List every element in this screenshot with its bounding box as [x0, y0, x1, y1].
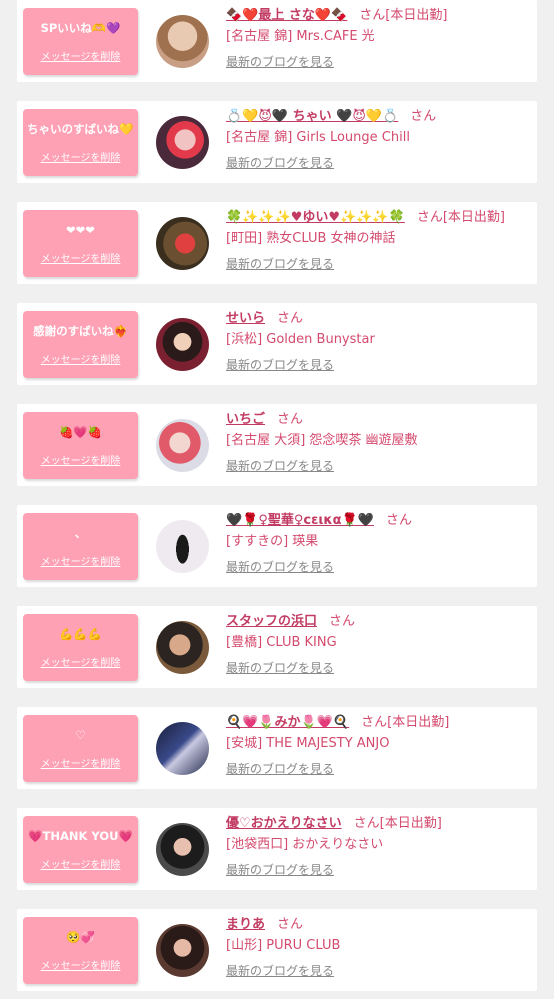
message-text: 感謝のすばいね❤️‍🔥	[33, 324, 128, 338]
avatar[interactable]	[156, 621, 209, 674]
message-card: ♡ メッセージを削除 🍳💗🌷みか🌷💗🍳 さん[本日出勤] [安城] THE MAJ…	[17, 707, 537, 789]
message-card: 🥺💞 メッセージを削除 まりあ さん [山形] PURU CLUB 最新のブログを…	[17, 909, 537, 991]
profile-name-link[interactable]: スタッフの浜口	[226, 614, 317, 629]
profile-name-link[interactable]: 🍫❤️最上 さな❤️🍫	[226, 8, 347, 23]
shop-name: [名古屋 大須] 怨念喫茶 幽遊屋敷	[226, 433, 418, 448]
message-text: ちゃいのすばいね💛😈🖤	[27, 122, 134, 136]
delete-message-link[interactable]: メッセージを削除	[23, 250, 138, 265]
latest-blog-link[interactable]: 最新のブログを見る	[226, 659, 531, 677]
status-badge: [本日出勤]	[385, 8, 448, 23]
latest-blog-link[interactable]: 最新のブログを見る	[226, 760, 531, 778]
message-text: ❤❤❤	[66, 223, 95, 237]
latest-blog-link[interactable]: 最新のブログを見る	[226, 962, 531, 980]
message-card: 💪💪💪 メッセージを削除 スタッフの浜口 さん [豊橋] CLUB KING 最新…	[17, 606, 537, 688]
shop-name: [池袋西口] おかえりなさい	[226, 837, 384, 852]
avatar[interactable]	[156, 318, 209, 371]
message-bubble: ❤❤❤ メッセージを削除	[23, 210, 138, 277]
shop-name: [町田] 熟女CLUB 女神の神話	[226, 231, 396, 246]
message-text: 💪💪💪	[59, 627, 102, 641]
delete-message-link[interactable]: メッセージを削除	[23, 351, 138, 366]
latest-blog-link[interactable]: 最新のブログを見る	[226, 255, 531, 273]
honorific: さん	[416, 210, 443, 225]
shop-name: [浜松] Golden Bunystar	[226, 332, 375, 347]
profile-name-link[interactable]: 優♡おかえりなさい	[226, 816, 342, 831]
message-text: 🥺💞	[66, 930, 95, 944]
status-badge: [本日出勤]	[379, 816, 442, 831]
honorific: さん	[329, 614, 356, 629]
message-card: ちゃいのすばいね💛😈🖤 メッセージを削除 💍💛😈🖤 ちゃい 🖤😈💛💍 さん [名古…	[17, 101, 537, 183]
shop-name: [安城] THE MAJESTY ANJO	[226, 736, 390, 751]
delete-message-link[interactable]: メッセージを削除	[23, 654, 138, 669]
avatar[interactable]	[156, 15, 209, 68]
honorific: さん	[359, 8, 386, 23]
message-text: 💗THANK YOU💗	[28, 829, 133, 843]
avatar[interactable]	[156, 116, 209, 169]
avatar[interactable]	[156, 419, 209, 472]
shop-name: [名古屋 錦] Girls Lounge Chill	[226, 130, 410, 145]
profile-name-link[interactable]: 🖤🌹♀聖華♀ϲεικα🌹🖤	[226, 513, 374, 528]
latest-blog-link[interactable]: 最新のブログを見る	[226, 457, 531, 475]
profile-name-link[interactable]: せいら	[226, 311, 265, 326]
delete-message-link[interactable]: メッセージを削除	[23, 149, 138, 164]
delete-message-link[interactable]: メッセージを削除	[23, 553, 138, 568]
message-card: 感謝のすばいね❤️‍🔥 メッセージを削除 せいら さん [浜松] Golden B…	[17, 303, 537, 385]
delete-message-link[interactable]: メッセージを削除	[23, 856, 138, 871]
message-card: 🍓💗🍓 メッセージを削除 いちご さん [名古屋 大須] 怨念喫茶 幽遊屋敷 最新…	[17, 404, 537, 486]
avatar[interactable]	[156, 823, 209, 876]
latest-blog-link[interactable]: 最新のブログを見る	[226, 558, 531, 576]
profile-name-link[interactable]: 🍀✨✨✨♥ゆい♥✨✨✨🍀	[226, 210, 405, 225]
message-card: SPいいね🫶💜 メッセージを削除 🍫❤️最上 さな❤️🍫 さん[本日出勤] [名古…	[17, 0, 537, 82]
latest-blog-link[interactable]: 最新のブログを見る	[226, 53, 531, 71]
message-text: 、	[74, 526, 87, 540]
profile-name-link[interactable]: 🍳💗🌷みか🌷💗🍳	[226, 715, 349, 730]
message-text: SPいいね🫶💜	[40, 21, 121, 35]
latest-blog-link[interactable]: 最新のブログを見る	[226, 861, 531, 879]
message-text: ♡	[75, 728, 86, 742]
message-bubble: 💪💪💪 メッセージを削除	[23, 614, 138, 681]
message-card: 、 メッセージを削除 🖤🌹♀聖華♀ϲεικα🌹🖤 さん [すすきの] 瑛果 最新の…	[17, 505, 537, 587]
delete-message-link[interactable]: メッセージを削除	[23, 755, 138, 770]
profile-name-link[interactable]: 💍💛😈🖤 ちゃい 🖤😈💛💍	[226, 109, 398, 124]
avatar[interactable]	[156, 217, 209, 270]
latest-blog-link[interactable]: 最新のブログを見る	[226, 154, 531, 172]
delete-message-link[interactable]: メッセージを削除	[23, 48, 138, 63]
honorific: さん	[277, 311, 304, 326]
latest-blog-link[interactable]: 最新のブログを見る	[226, 356, 531, 374]
message-card: ❤❤❤ メッセージを削除 🍀✨✨✨♥ゆい♥✨✨✨🍀 さん[本日出勤] [町田] 熟…	[17, 202, 537, 284]
message-bubble: ♡ メッセージを削除	[23, 715, 138, 782]
delete-message-link[interactable]: メッセージを削除	[23, 957, 138, 972]
status-badge: [本日出勤]	[387, 715, 450, 730]
message-bubble: 、 メッセージを削除	[23, 513, 138, 580]
message-text: 🍓💗🍓	[59, 425, 102, 439]
avatar[interactable]	[156, 722, 209, 775]
shop-name: [名古屋 錦] Mrs.CAFE 光	[226, 29, 375, 44]
avatar[interactable]	[156, 520, 209, 573]
shop-name: [豊橋] CLUB KING	[226, 635, 337, 650]
message-bubble: 🍓💗🍓 メッセージを削除	[23, 412, 138, 479]
honorific: さん	[410, 109, 437, 124]
message-bubble: 🥺💞 メッセージを削除	[23, 917, 138, 984]
profile-name-link[interactable]: いちご	[226, 412, 265, 427]
honorific: さん	[277, 917, 304, 932]
honorific: さん	[385, 513, 412, 528]
avatar[interactable]	[156, 924, 209, 977]
profile-name-link[interactable]: まりあ	[226, 917, 265, 932]
message-bubble: 💗THANK YOU💗 メッセージを削除	[23, 816, 138, 883]
status-badge: [本日出勤]	[442, 210, 505, 225]
honorific: さん	[277, 412, 304, 427]
delete-message-link[interactable]: メッセージを削除	[23, 452, 138, 467]
shop-name: [すすきの] 瑛果	[226, 534, 319, 549]
message-card: 💗THANK YOU💗 メッセージを削除 優♡おかえりなさい さん[本日出勤] […	[17, 808, 537, 890]
honorific: さん	[353, 816, 380, 831]
shop-name: [山形] PURU CLUB	[226, 938, 341, 953]
message-bubble: SPいいね🫶💜 メッセージを削除	[23, 8, 138, 75]
message-bubble: 感謝のすばいね❤️‍🔥 メッセージを削除	[23, 311, 138, 378]
honorific: さん	[361, 715, 388, 730]
message-bubble: ちゃいのすばいね💛😈🖤 メッセージを削除	[23, 109, 138, 176]
